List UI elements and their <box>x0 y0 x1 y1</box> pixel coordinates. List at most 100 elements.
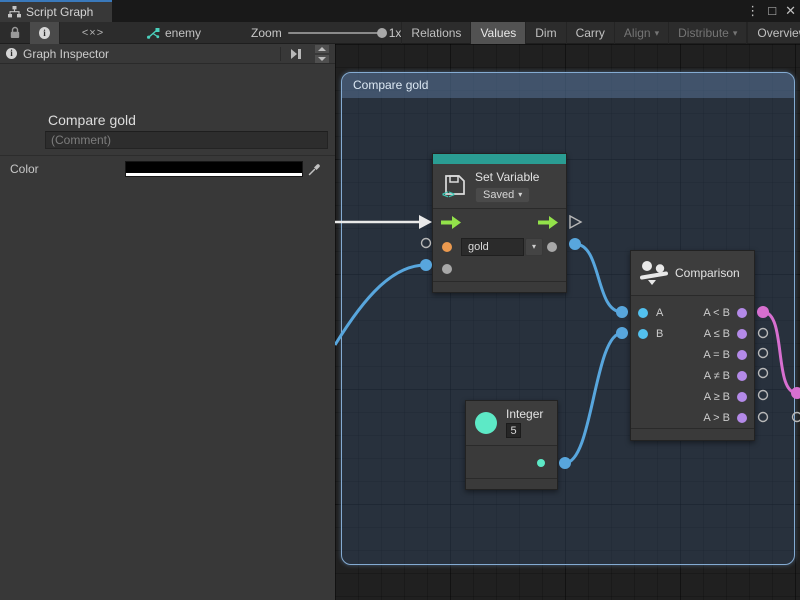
comparison-header: Comparison <box>631 251 754 296</box>
output-label: A > B <box>703 412 730 424</box>
integer-icon <box>475 412 497 434</box>
comparison-icon <box>640 260 668 286</box>
set-variable-header: <> Set Variable Saved ▾ <box>433 164 566 209</box>
node-footer <box>466 478 557 489</box>
color-field-label: Color <box>10 162 39 176</box>
graph-inspector-header: i Graph Inspector <box>0 44 335 64</box>
lock-icon <box>9 26 21 39</box>
output-port-a-lt-b[interactable] <box>737 308 747 318</box>
integer-value-field[interactable]: 5 <box>506 423 521 438</box>
inspector-toggle-button[interactable]: i <box>30 22 60 44</box>
lock-button[interactable] <box>0 22 30 44</box>
code-preview-button[interactable]: <×> <box>78 22 108 44</box>
graph-canvas[interactable]: Compare gold <> Set Variable Saved ▾ <box>335 44 800 600</box>
button-label: Carry <box>576 26 605 40</box>
flow-out-port[interactable] <box>538 216 558 229</box>
group-header[interactable]: Compare gold <box>342 73 794 98</box>
color-swatch[interactable] <box>125 161 303 177</box>
stepper-down-button[interactable] <box>315 55 329 63</box>
output-port-a-gt-b[interactable] <box>737 413 747 423</box>
toolbar-button-distribute[interactable]: Distribute ▾ <box>669 22 747 44</box>
input-label-a: A <box>656 307 663 319</box>
comparison-ports: A A < B B A ≤ B <box>631 296 754 428</box>
value-input-port[interactable] <box>442 264 452 274</box>
tab-label: Script Graph <box>26 5 93 19</box>
graph-toolbar: i <×> enemy Zoom 1x <box>0 22 800 44</box>
graph-name-label: Compare gold <box>48 112 136 128</box>
unity-visual-scripting-window: Script Graph ⋮ □ ✕ i <×> <box>0 0 800 600</box>
name-input-port[interactable] <box>442 242 452 252</box>
maximize-icon[interactable]: □ <box>768 0 776 22</box>
toolbar-button-dim[interactable]: Dim <box>526 22 566 44</box>
button-label: Dim <box>535 26 556 40</box>
output-port-a-eq-b[interactable] <box>737 350 747 360</box>
toolbar-button-values[interactable]: Values <box>471 22 526 44</box>
variable-name-row: gold ▾ <box>433 236 566 259</box>
variable-name-dropdown[interactable]: gold <box>461 238 524 256</box>
output-label: A = B <box>703 349 730 361</box>
output-label: A ≥ B <box>704 391 730 403</box>
graph-inspector-title: Graph Inspector <box>23 47 274 61</box>
output-port-a-lte-b[interactable] <box>737 329 747 339</box>
graph-inspector-panel: i Graph Inspector Compare gold Color <box>0 44 335 600</box>
output-port-a-gte-b[interactable] <box>737 392 747 402</box>
input-port-b[interactable] <box>638 329 648 339</box>
divider <box>280 47 281 61</box>
button-label: Overview <box>757 26 800 40</box>
divider <box>0 155 335 156</box>
flow-in-port[interactable] <box>441 216 461 229</box>
chevron-down-icon: ▾ <box>655 28 660 39</box>
output-label: A ≠ B <box>704 370 730 382</box>
info-icon: i <box>6 48 17 59</box>
zoom-slider[interactable] <box>288 32 383 34</box>
graph-reference-button[interactable]: enemy <box>136 26 211 40</box>
title-bar: Script Graph ⋮ □ ✕ <box>0 0 800 22</box>
flow-row <box>433 209 566 236</box>
input-label-b: B <box>656 328 663 340</box>
close-icon[interactable]: ✕ <box>785 0 796 22</box>
stepper-up-button[interactable] <box>315 45 329 53</box>
button-label: Relations <box>411 26 461 40</box>
toolbar-button-carry[interactable]: Carry <box>567 22 615 44</box>
tab-script-graph[interactable]: Script Graph <box>0 0 112 22</box>
zoom-slider-knob[interactable] <box>377 28 387 38</box>
node-comparison[interactable]: Comparison A A < B B <box>630 250 755 441</box>
variable-kind-dropdown[interactable]: Saved ▾ <box>475 187 530 203</box>
comment-input[interactable] <box>45 131 328 149</box>
eyedropper-icon <box>308 163 321 176</box>
graph-pointer-icon <box>146 27 160 39</box>
node-accent-bar <box>433 154 566 164</box>
zoom-control: Zoom 1x <box>251 26 401 40</box>
script-graph-icon <box>8 6 21 18</box>
variable-kind-label: Saved <box>483 189 514 201</box>
node-footer <box>631 428 754 439</box>
value-output-port[interactable] <box>547 242 557 252</box>
code-icon: <×> <box>82 27 104 39</box>
input-port-a[interactable] <box>638 308 648 318</box>
node-title: Set Variable <box>475 170 539 184</box>
node-set-variable[interactable]: <> Set Variable Saved ▾ <box>432 153 567 293</box>
integer-header: Integer 5 <box>466 401 557 446</box>
dock-panel-icon[interactable] <box>287 49 305 59</box>
eyedropper-button[interactable] <box>306 161 323 177</box>
toolbar-button-relations[interactable]: Relations <box>401 22 471 44</box>
toolbar-left-group: i <×> enemy Zoom 1x <box>0 22 401 43</box>
variable-name-caret-button[interactable]: ▾ <box>525 238 543 256</box>
integer-output-row <box>466 446 557 478</box>
graph-reference-label: enemy <box>165 26 201 40</box>
info-icon: i <box>39 27 50 39</box>
node-integer[interactable]: Integer 5 <box>465 400 558 490</box>
node-title: Integer <box>506 407 543 421</box>
toolbar-button-align[interactable]: Align ▾ <box>615 22 669 44</box>
button-label: Values <box>480 26 516 40</box>
output-port-a-neq-b[interactable] <box>737 371 747 381</box>
window-menu-icon[interactable]: ⋮ <box>746 0 759 22</box>
value-input-row <box>433 259 566 281</box>
zoom-label: Zoom <box>251 26 282 40</box>
integer-output-port[interactable] <box>537 459 545 467</box>
variable-name-value: gold <box>468 241 489 253</box>
toolbar-button-overview[interactable]: Overview <box>748 22 800 44</box>
chevron-down-icon: ▾ <box>733 28 738 39</box>
chevron-down-icon: ▾ <box>532 242 536 251</box>
button-label: Distribute <box>678 26 729 40</box>
